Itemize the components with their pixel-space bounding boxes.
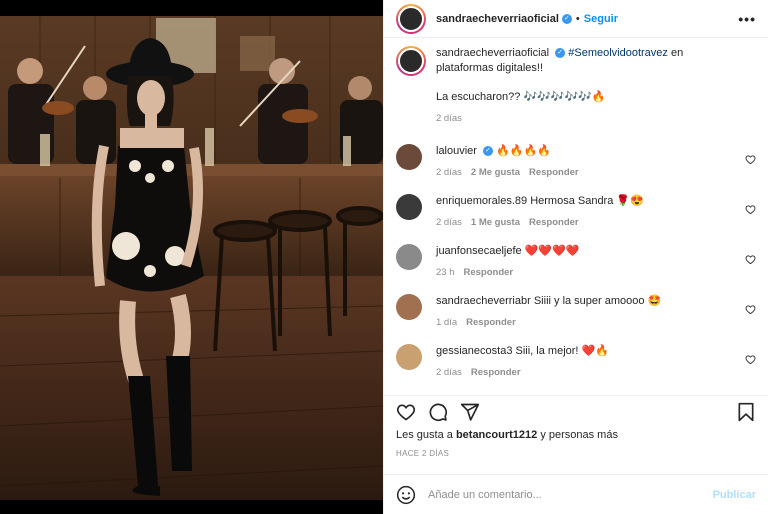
- comment-username[interactable]: sandraecheverriabr: [436, 295, 531, 307]
- caption-line2: La escucharon?? 🎶🎶🎶🎶🎶🔥: [436, 91, 606, 103]
- comment-like-heart-icon[interactable]: [745, 254, 756, 265]
- caption: sandraecheverriaoficial ✓ #Semeolvidootr…: [396, 46, 756, 124]
- comment-username[interactable]: gessianecosta3: [436, 345, 512, 357]
- comment-like-heart-icon[interactable]: [745, 154, 756, 165]
- comment-time[interactable]: 1 día: [436, 317, 457, 328]
- comment-meta: 2 días Responder: [436, 367, 734, 378]
- comment-body: Siiii y la super amoooo 🤩: [533, 295, 662, 307]
- comment-likes[interactable]: 1 Me gusta: [471, 217, 520, 228]
- comment-meta: 1 día Responder: [436, 317, 734, 328]
- comment-meta: 23 h Responder: [436, 267, 734, 278]
- comment-row: sandraecheverriabr Siiii y la super amoo…: [396, 294, 756, 328]
- comment-username[interactable]: juanfonsecaeljefe: [436, 245, 522, 257]
- separator-dot: •: [575, 12, 580, 25]
- comment-row: enriquemorales.89 Hermosa Sandra 🌹😍 2 dí…: [396, 194, 756, 228]
- commenter-avatar[interactable]: [396, 244, 422, 270]
- share-icon[interactable]: [460, 402, 480, 422]
- comment-text: sandraecheverriabr Siiii y la super amoo…: [436, 294, 734, 309]
- reply-button[interactable]: Responder: [529, 167, 579, 178]
- comment-time[interactable]: 2 días: [436, 217, 462, 228]
- caption-time[interactable]: 2 días: [436, 113, 462, 124]
- reply-button[interactable]: Responder: [529, 217, 579, 228]
- comment-likes[interactable]: 2 Me gusta: [471, 167, 520, 178]
- comment-time[interactable]: 2 días: [436, 167, 462, 178]
- comment-meta: 2 días 2 Me gusta Responder: [436, 167, 734, 178]
- comment-body: ❤️❤️❤️❤️: [524, 245, 580, 257]
- reply-button[interactable]: Responder: [466, 317, 516, 328]
- comment-row: gessianecosta3 Siii, la mejor! ❤️🔥 2 día…: [396, 344, 756, 378]
- caption-avatar[interactable]: [396, 46, 426, 76]
- add-comment-bar: Publicar: [384, 474, 768, 514]
- post-header: sandraecheverriaoficial ✓ • Seguir •••: [384, 0, 768, 38]
- likes-summary: Les gusta a betancourt1212 y personas má…: [384, 429, 768, 441]
- comment-text: juanfonsecaeljefe ❤️❤️❤️❤️: [436, 244, 734, 259]
- reply-button[interactable]: Responder: [464, 267, 514, 278]
- avatar: [398, 5, 424, 32]
- posted-time[interactable]: HACE 2 DÍAS: [384, 449, 768, 458]
- likes-prefix: Les gusta a: [396, 429, 453, 441]
- comment-username[interactable]: lalouvier: [436, 145, 477, 157]
- emoji-icon[interactable]: [396, 485, 416, 505]
- comment-input[interactable]: [428, 488, 713, 501]
- caption-hashtag[interactable]: #Semeolvidootravez: [568, 47, 668, 59]
- post-actions: [384, 395, 768, 427]
- reply-button[interactable]: Responder: [471, 367, 521, 378]
- likes-user-link[interactable]: betancourt1212: [456, 429, 537, 441]
- comment-text: enriquemorales.89 Hermosa Sandra 🌹😍: [436, 194, 734, 209]
- post-photo: [0, 0, 383, 514]
- comment-text: gessianecosta3 Siii, la mejor! ❤️🔥: [436, 344, 734, 359]
- comment-row: lalouvier ✓ 🔥🔥🔥🔥 2 días 2 Me gusta Respo…: [396, 144, 756, 178]
- follow-button[interactable]: Seguir: [584, 13, 618, 25]
- comment-like-heart-icon[interactable]: [745, 304, 756, 315]
- comment-like-heart-icon[interactable]: [745, 354, 756, 365]
- verified-badge-icon: ✓: [555, 48, 566, 59]
- publish-button[interactable]: Publicar: [713, 489, 756, 501]
- avatar-story-ring[interactable]: [396, 3, 426, 34]
- comment-body: Hermosa Sandra 🌹😍: [530, 195, 644, 207]
- comment-body: 🔥🔥🔥🔥: [496, 145, 551, 157]
- avatar: [398, 48, 424, 74]
- caption-meta: 2 días: [436, 113, 734, 124]
- commenter-avatar[interactable]: [396, 344, 422, 370]
- heart-icon[interactable]: [396, 402, 416, 422]
- post-side-panel: sandraecheverriaoficial ✓ • Seguir ••• s…: [383, 0, 768, 514]
- bookmark-icon[interactable]: [736, 402, 756, 422]
- more-options-icon[interactable]: •••: [738, 11, 756, 27]
- comment-row: juanfonsecaeljefe ❤️❤️❤️❤️ 23 h Responde…: [396, 244, 756, 278]
- comment-icon[interactable]: [428, 402, 448, 422]
- comment-time[interactable]: 23 h: [436, 267, 455, 278]
- instagram-post-modal: sandraecheverriaoficial ✓ • Seguir ••• s…: [0, 0, 768, 514]
- verified-badge-icon: ✓: [561, 13, 572, 24]
- comment-username[interactable]: enriquemorales.89: [436, 195, 527, 207]
- caption-username[interactable]: sandraecheverriaoficial: [436, 47, 549, 59]
- commenter-avatar[interactable]: [396, 144, 422, 170]
- comment-like-heart-icon[interactable]: [745, 204, 756, 215]
- comments-list: sandraecheverriaoficial ✓ #Semeolvidootr…: [384, 38, 768, 395]
- verified-badge-icon: ✓: [483, 146, 494, 157]
- post-username[interactable]: sandraecheverriaoficial: [436, 13, 559, 25]
- comment-text: lalouvier ✓ 🔥🔥🔥🔥: [436, 144, 734, 159]
- post-image: [0, 16, 383, 500]
- commenter-avatar[interactable]: [396, 194, 422, 220]
- caption-text: sandraecheverriaoficial ✓ #Semeolvidootr…: [436, 46, 734, 76]
- commenter-avatar[interactable]: [396, 294, 422, 320]
- comment-time[interactable]: 2 días: [436, 367, 462, 378]
- comment-body: Siii, la mejor! ❤️🔥: [515, 345, 609, 357]
- likes-others-link[interactable]: y personas más: [540, 429, 618, 441]
- comment-meta: 2 días 1 Me gusta Responder: [436, 217, 734, 228]
